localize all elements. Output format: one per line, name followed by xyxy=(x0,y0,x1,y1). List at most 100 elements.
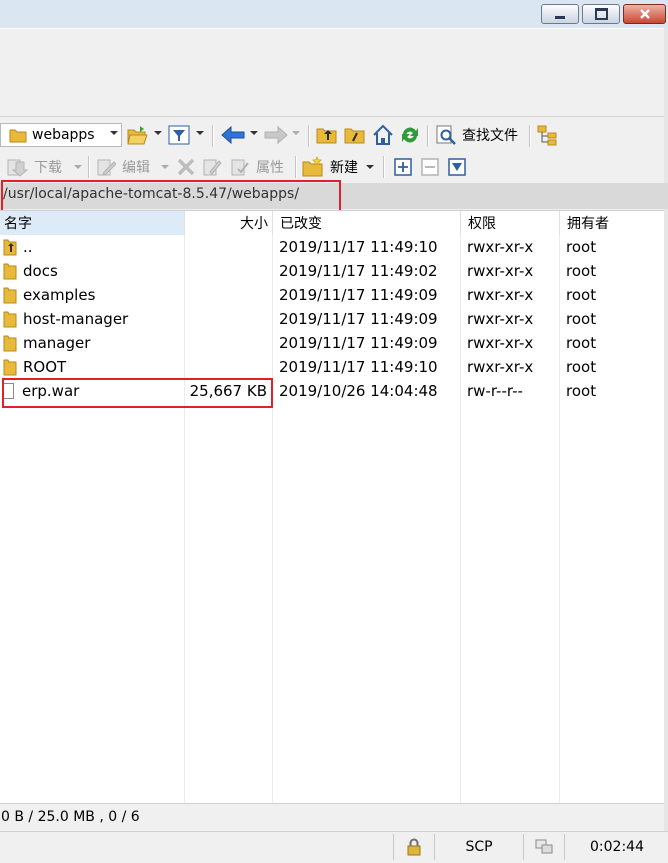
file-permissions: rwxr-xr-x xyxy=(467,358,534,376)
edit-button[interactable]: 编辑 xyxy=(96,157,150,177)
new-dropdown[interactable] xyxy=(366,165,374,169)
delete-icon xyxy=(177,158,195,176)
status-bar-selection: 0 B / 25.0 MB , 0 / 6 xyxy=(0,803,664,832)
parent-directory-button[interactable] xyxy=(316,125,338,145)
back-button[interactable] xyxy=(221,126,245,144)
file-owner: root xyxy=(566,238,597,256)
file-name-cell: docs xyxy=(3,259,58,283)
protocol-indicator: SCP xyxy=(434,834,523,860)
root-directory-button[interactable] xyxy=(344,125,366,145)
file-row[interactable]: manager 2019/11/17 11:49:09 rwxr-xr-x root xyxy=(0,331,664,355)
file-size xyxy=(185,307,267,331)
column-header-size[interactable]: 大小 xyxy=(185,211,273,235)
location-dropdown-arrow[interactable] xyxy=(110,131,118,135)
toolbar-separator xyxy=(308,125,310,147)
toolbar-separator xyxy=(427,125,429,147)
file-owner: root xyxy=(566,334,597,352)
unselect-files-button[interactable] xyxy=(421,158,439,176)
find-files-button[interactable]: 查找文件 xyxy=(435,124,518,146)
chevron-down-icon xyxy=(366,165,374,169)
toolbar-actions: 下载 编辑 属性 新建 xyxy=(0,152,668,182)
chevron-down-icon xyxy=(292,131,300,135)
column-header-name[interactable]: 名字 xyxy=(0,211,185,235)
file-name-cell: host-manager xyxy=(3,307,128,331)
find-files-icon xyxy=(436,125,456,145)
forward-button[interactable] xyxy=(264,126,288,144)
filter-button[interactable] xyxy=(168,125,190,145)
file-name-cell: examples xyxy=(3,283,95,307)
select-files-button[interactable] xyxy=(394,158,412,176)
file-size xyxy=(185,331,267,355)
file-name: ROOT xyxy=(23,358,67,376)
properties-label: 属性 xyxy=(256,160,284,176)
file-modified: 2019/11/17 11:49:09 xyxy=(279,286,438,304)
file-name: examples xyxy=(23,286,96,304)
new-button[interactable]: 新建 xyxy=(302,156,358,178)
forward-dropdown[interactable] xyxy=(292,131,300,135)
filter-box-icon xyxy=(448,158,466,176)
file-owner: root xyxy=(566,262,597,280)
close-icon xyxy=(639,9,650,19)
column-header-modified[interactable]: 已改变 xyxy=(273,211,461,235)
open-folder-button[interactable] xyxy=(127,125,149,145)
filter-selection-button[interactable] xyxy=(448,158,466,176)
file-name-cell: .. xyxy=(3,235,33,259)
file-modified: 2019/11/17 11:49:02 xyxy=(279,262,438,280)
minimize-button[interactable] xyxy=(541,4,579,24)
chevron-down-icon xyxy=(161,165,169,169)
back-dropdown[interactable] xyxy=(250,131,258,135)
file-size xyxy=(185,235,267,259)
file-permissions: rwxr-xr-x xyxy=(467,310,534,328)
download-dropdown[interactable] xyxy=(74,165,82,169)
parent-folder-icon xyxy=(3,239,17,255)
edit-dropdown[interactable] xyxy=(161,165,169,169)
minimize-icon xyxy=(555,15,565,19)
filter-icon xyxy=(168,125,190,145)
chevron-down-icon xyxy=(74,165,82,169)
file-permissions: rw-r--r-- xyxy=(467,382,523,400)
properties-icon xyxy=(231,159,249,176)
properties-button[interactable]: 属性 xyxy=(230,157,284,177)
file-name: .. xyxy=(23,238,33,256)
toolbar-separator xyxy=(529,125,531,147)
find-files-label: 查找文件 xyxy=(462,128,518,144)
file-row[interactable]: .. 2019/11/17 11:49:10 rwxr-xr-x root xyxy=(0,235,664,259)
refresh-button[interactable] xyxy=(399,124,421,146)
open-folder-dropdown[interactable] xyxy=(154,131,162,135)
file-row[interactable]: docs 2019/11/17 11:49:02 rwxr-xr-x root xyxy=(0,259,664,283)
file-size xyxy=(185,259,267,283)
chevron-down-icon xyxy=(250,131,258,135)
file-modified: 2019/11/17 11:49:09 xyxy=(279,310,438,328)
file-permissions: rwxr-xr-x xyxy=(467,334,534,352)
arrow-right-icon xyxy=(264,126,288,144)
file-size xyxy=(185,283,267,307)
restore-button[interactable] xyxy=(582,4,620,24)
folder-icon xyxy=(3,359,17,375)
download-label: 下载 xyxy=(34,160,62,176)
file-row[interactable]: host-manager 2019/11/17 11:49:09 rwxr-xr-x… xyxy=(0,307,664,331)
delete-button[interactable] xyxy=(176,157,196,177)
ribbon-area xyxy=(0,28,668,117)
column-header-permissions[interactable]: 权限 xyxy=(461,211,560,235)
file-name-cell: ROOT xyxy=(3,355,66,379)
tree-view-button[interactable] xyxy=(537,124,559,146)
file-list[interactable]: 名字 大小 已改变 权限 拥有者 .. 2019/11/17 11:49:10 rw… xyxy=(0,210,664,804)
network-indicator xyxy=(523,834,564,860)
file-owner: root xyxy=(566,382,597,400)
divider xyxy=(0,116,668,117)
file-name: manager xyxy=(23,334,91,352)
home-directory-button[interactable] xyxy=(372,124,394,146)
column-header-owner[interactable]: 拥有者 xyxy=(560,211,664,235)
file-row[interactable]: examples 2019/11/17 11:49:09 rwxr-xr-x root xyxy=(0,283,664,307)
close-button[interactable] xyxy=(623,4,666,24)
rename-icon xyxy=(203,159,222,176)
tree-icon xyxy=(537,125,557,146)
file-row[interactable]: ROOT 2019/11/17 11:49:10 rwxr-xr-x root xyxy=(0,355,664,379)
network-icon xyxy=(535,839,553,854)
filter-dropdown[interactable] xyxy=(196,131,204,135)
rename-button[interactable] xyxy=(202,157,222,177)
restore-icon xyxy=(594,8,608,20)
location-dropdown[interactable]: webapps xyxy=(0,123,122,147)
lock-icon xyxy=(407,838,421,856)
download-button[interactable]: 下载 xyxy=(6,157,62,177)
